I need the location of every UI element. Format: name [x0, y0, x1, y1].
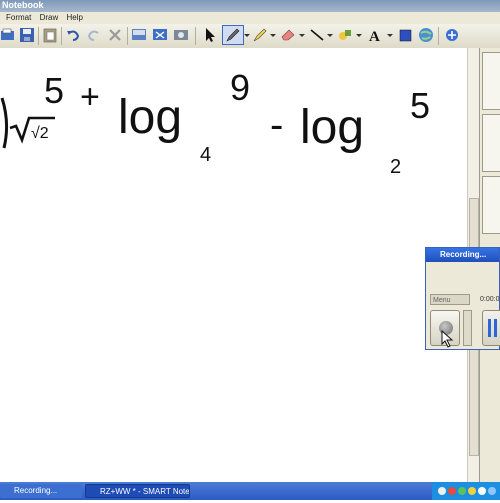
log-2: log [300, 101, 364, 154]
chevron-down-icon[interactable] [270, 27, 276, 43]
toolbar-separator [38, 27, 39, 45]
system-tray [432, 482, 500, 500]
menu-format[interactable]: Format [6, 12, 31, 24]
delete-icon[interactable] [107, 27, 123, 43]
pen-tool-selected[interactable] [222, 25, 244, 45]
log-2-base: 2 [390, 156, 401, 178]
chevron-down-icon[interactable] [327, 27, 333, 43]
chevron-down-icon[interactable] [244, 27, 250, 43]
side-tab-page-sorter[interactable] [482, 52, 500, 110]
select-icon[interactable] [202, 27, 218, 43]
log-1-argument: 9 [230, 67, 250, 108]
redo-icon[interactable] [86, 27, 102, 43]
menu-help[interactable]: Help [66, 12, 82, 24]
taskbar-item-notebook[interactable]: RZ+WW * - SMART Note... [85, 484, 190, 498]
text-icon[interactable]: A [367, 27, 383, 43]
shape-icon[interactable] [337, 27, 353, 43]
mouse-cursor-icon [441, 330, 454, 348]
left-paren-stroke [0, 97, 9, 149]
properties-icon[interactable] [444, 27, 460, 43]
pause-icon-bar [494, 319, 497, 337]
open-icon[interactable] [0, 27, 16, 43]
radical-value: √2 [31, 125, 49, 142]
screen-shade-icon[interactable] [131, 27, 147, 43]
toolbar-separator [127, 27, 128, 45]
log-2-argument: 5 [410, 85, 430, 126]
tray-icons [438, 487, 496, 495]
toolbar-separator [61, 27, 62, 45]
toolbar: A [0, 24, 500, 49]
pause-button[interactable] [482, 310, 500, 346]
handwriting-layer: √2 5 + log 4 9 - log 2 5 [0, 67, 430, 178]
paste-icon[interactable] [42, 27, 58, 43]
toolbar-separator [438, 27, 439, 45]
full-screen-icon[interactable] [152, 27, 168, 43]
capture-icon[interactable] [173, 27, 189, 43]
title-bar: Notebook [0, 0, 500, 12]
eraser-icon[interactable] [280, 27, 296, 43]
globe-icon[interactable] [418, 27, 434, 43]
pause-icon [488, 319, 491, 337]
record-options-dropdown[interactable] [463, 310, 472, 346]
fill-icon[interactable] [398, 27, 414, 43]
side-tab-attachments[interactable] [482, 176, 500, 234]
chevron-down-icon[interactable] [356, 27, 362, 43]
menu-bar: Format Draw Help [0, 12, 500, 24]
log-1-base: 4 [200, 144, 211, 166]
line-icon[interactable] [309, 27, 325, 43]
undo-icon[interactable] [65, 27, 81, 43]
chevron-down-icon[interactable] [387, 27, 393, 43]
recorder-title[interactable]: Recording... [426, 248, 499, 262]
taskbar: Recording... RZ+WW * - SMART Note... [0, 482, 500, 500]
side-tab-gallery[interactable] [482, 114, 500, 172]
toolbar-separator [195, 27, 196, 45]
recorder-window: Recording... Menu 0:00:0 [425, 247, 500, 350]
whiteboard-canvas[interactable]: √2 5 + log 4 9 - log 2 5 [0, 48, 470, 482]
plus-sign: + [80, 78, 100, 116]
chevron-down-icon[interactable] [299, 27, 305, 43]
highlighter-icon[interactable] [252, 27, 268, 43]
menu-draw[interactable]: Draw [40, 12, 59, 24]
recorder-time: 0:00:0 [480, 296, 500, 303]
exponent-1: 5 [44, 70, 64, 111]
taskbar-item-recording[interactable]: Recording... [0, 484, 82, 498]
save-icon[interactable] [19, 27, 35, 43]
recorder-menu-button[interactable]: Menu [430, 294, 470, 305]
svg-text:A: A [369, 29, 380, 43]
minus-sign: - [270, 103, 283, 147]
window-title: Notebook [2, 0, 44, 10]
pen-icon [226, 28, 240, 42]
log-1: log [118, 91, 182, 144]
